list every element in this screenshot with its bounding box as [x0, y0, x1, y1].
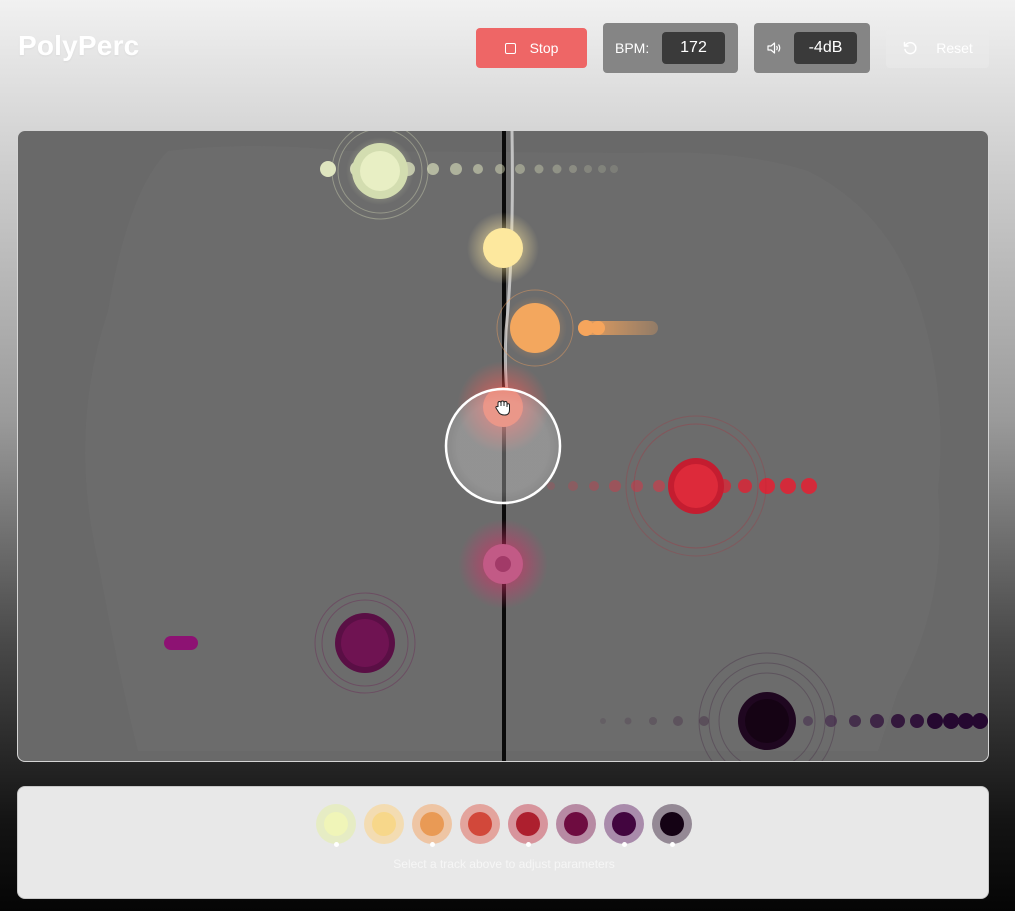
reset-label: Reset — [936, 40, 973, 56]
track-yellow-node — [467, 212, 539, 284]
track-swatch-color — [324, 812, 348, 836]
stop-label: Stop — [529, 40, 559, 56]
track-active-indicator — [525, 842, 531, 847]
reset-icon — [903, 41, 917, 55]
stop-button[interactable]: Stop — [476, 28, 587, 68]
track-active-indicator — [429, 842, 435, 847]
track-swatch-color — [420, 812, 444, 836]
track-swatch-6[interactable] — [556, 804, 596, 844]
track-swatch-color — [516, 812, 540, 836]
sequencer-canvas[interactable] — [17, 130, 989, 762]
track-active-indicator — [621, 842, 627, 847]
track-swatch-color — [612, 812, 636, 836]
app-title: PolyPerc — [18, 30, 140, 61]
track-swatch-color — [660, 812, 684, 836]
reset-button[interactable]: Reset — [886, 28, 989, 68]
track-swatch-5[interactable] — [508, 804, 548, 844]
speaker-icon — [767, 42, 781, 54]
track-pink-node — [458, 519, 548, 609]
bpm-input[interactable]: 172 — [662, 32, 725, 64]
track-swatch-8[interactable] — [652, 804, 692, 844]
track-selector-panel: Select a track above to adjust parameter… — [17, 786, 989, 899]
track-swatch-1[interactable] — [316, 804, 356, 844]
track-swatch-color — [564, 812, 588, 836]
track-hint: Select a track above to adjust parameter… — [393, 857, 615, 871]
track-swatch-color — [468, 812, 492, 836]
track-active-indicator — [669, 842, 675, 847]
track-swatch-3[interactable] — [412, 804, 452, 844]
bpm-label: BPM: — [615, 40, 650, 56]
header-bar: PolyPerc Stop BPM: 172 -4dB Reset — [0, 0, 1015, 100]
track-swatch-7[interactable] — [604, 804, 644, 844]
volume-control: -4dB — [754, 23, 870, 73]
stop-icon — [504, 42, 516, 54]
track-swatch-4[interactable] — [460, 804, 500, 844]
track-swatch-2[interactable] — [364, 804, 404, 844]
track-active-indicator — [333, 842, 339, 847]
volume-input[interactable]: -4dB — [794, 32, 857, 64]
sequencer-visualization[interactable] — [18, 131, 988, 761]
track-swatch-color — [372, 812, 396, 836]
bpm-control: BPM: 172 — [603, 23, 738, 73]
